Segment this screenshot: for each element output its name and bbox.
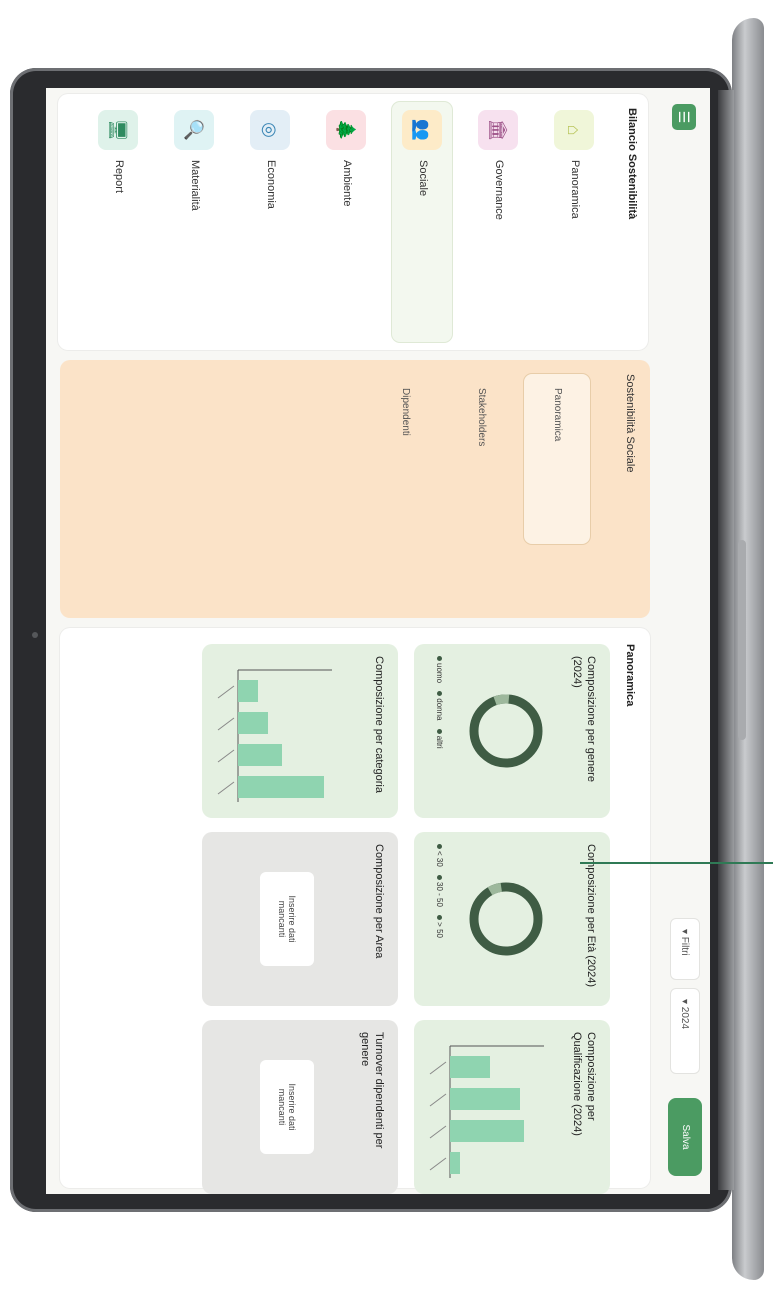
chart-card-area: Composizione per Area Inserire dati manc…: [202, 832, 398, 1006]
legend-dot: [437, 915, 442, 921]
main-content: Panoramica Composizione per genere (2024…: [60, 628, 650, 1194]
bar: [238, 680, 258, 702]
sidebar-item-label: Economia: [265, 160, 277, 209]
laptop-base-edge: [732, 18, 764, 1280]
x-tick: [429, 1125, 447, 1139]
sidebar-item-economia[interactable]: ◎ Economia: [240, 102, 300, 342]
sidebar-item-label: Ambiente: [341, 160, 353, 207]
missing-data-message: Inserire dati mancanti: [260, 1060, 314, 1154]
card-title: Turnover dipendenti per genere: [359, 1032, 385, 1149]
sidebar-item-panoramica[interactable]: ⌂ Panoramica: [544, 102, 604, 342]
x-tick: [217, 717, 235, 731]
card-title: Composizione per categoria: [373, 656, 385, 793]
bar: [450, 1088, 520, 1110]
chart-card-age: Composizione per Età (2024) < 30 30 - 50…: [414, 832, 610, 1006]
legend-item: 30 - 50: [435, 875, 444, 907]
filter-dropdown[interactable]: ▾ Filtri: [670, 918, 700, 980]
chart-card-qualification: Composizione per Qualificazione (2024): [414, 1020, 610, 1194]
legend-item: altri: [435, 728, 444, 749]
chart-card-category: Composizione per categoria: [202, 644, 398, 818]
monitor-icon: 🖥: [98, 110, 138, 150]
top-bar: ☰ ▾ Filtri ▾ 2024 Salva: [658, 88, 710, 1194]
chart-legend: < 30 30 - 50 > 50: [435, 844, 444, 944]
legend-item: < 30: [435, 844, 444, 867]
laptop-hinge: [718, 90, 734, 1190]
missing-data-message: Inserire dati mancanti: [260, 872, 314, 966]
legend-dot: [437, 875, 442, 881]
sidebar-item-label: Governance: [493, 160, 505, 220]
sidebar-item-materialita[interactable]: 🔍 Materialità: [164, 102, 224, 342]
card-title: Composizione per Area: [373, 844, 385, 959]
bank-icon: 🏛: [478, 110, 518, 150]
sidebar: Bilancio Sostenibilità ⌂ Panoramica 🏛 Go…: [58, 94, 648, 350]
x-tick: [429, 1093, 447, 1107]
laptop-screen: ☰ ▾ Filtri ▾ 2024 Salva Bilancio Sosteni…: [46, 88, 710, 1194]
sidebar-item-report[interactable]: 🖥 Report: [88, 102, 148, 342]
chart-card-turnover: Turnover dipendenti per genere Inserire …: [202, 1020, 398, 1194]
submenu-item-dipendenti[interactable]: Dipendenti: [372, 374, 438, 544]
sidebar-item-label: Report: [113, 160, 125, 194]
dashboard-app: ☰ ▾ Filtri ▾ 2024 Salva Bilancio Sosteni…: [46, 88, 710, 1194]
bar-chart-category: [217, 669, 332, 802]
laptop-notch: [738, 540, 746, 740]
menu-button[interactable]: ☰: [672, 104, 696, 130]
magnifier-icon: 🔍: [174, 110, 214, 150]
card-title: Composizione per genere (2024): [571, 656, 597, 782]
legend-item: uomo: [435, 656, 444, 683]
sidebar-item-label: Sociale: [417, 160, 429, 197]
webcam-icon: [32, 632, 38, 638]
sidebar-item-governance[interactable]: 🏛 Governance: [468, 102, 528, 342]
bar: [450, 1056, 490, 1078]
home-icon: ⌂: [554, 110, 594, 150]
bar: [238, 744, 282, 766]
x-tick: [217, 781, 235, 795]
submenu-item-panoramica[interactable]: Panoramica: [524, 374, 590, 544]
donut-ring: [469, 694, 543, 768]
sidebar-item-ambiente[interactable]: 🌲 Ambiente: [316, 102, 376, 342]
donut-chart-age: [469, 882, 543, 956]
people-icon: 👥: [402, 110, 442, 150]
legend-dot: [437, 691, 442, 697]
chart-legend: uomo donna altri: [435, 656, 444, 755]
legend-item: > 50: [435, 915, 444, 938]
card-title: Composizione per Età (2024): [585, 844, 597, 988]
target-icon: ◎: [250, 110, 290, 150]
x-tick: [217, 685, 235, 699]
x-tick: [429, 1061, 447, 1075]
bar: [238, 776, 324, 798]
sidebar-item-label: Panoramica: [569, 160, 581, 219]
bar: [450, 1152, 460, 1174]
submenu-title: Sostenibilità Sociale: [624, 374, 636, 473]
card-title: Composizione per Qualificazione (2024): [571, 1032, 597, 1136]
legend-dot: [437, 844, 442, 849]
donut-ring: [469, 882, 543, 956]
save-button[interactable]: Salva: [668, 1098, 702, 1176]
year-dropdown[interactable]: ▾ 2024: [670, 988, 700, 1074]
x-tick: [217, 749, 235, 763]
sidebar-item-label: Materialità: [189, 160, 201, 211]
bar-chart-qualification: [429, 1045, 544, 1178]
legend-item: donna: [435, 691, 444, 721]
chart-card-gender: Composizione per genere (2024) uomo donn…: [414, 644, 610, 818]
sidebar-item-sociale[interactable]: 👥 Sociale: [392, 102, 452, 342]
sidebar-title: Bilancio Sostenibilità: [626, 108, 638, 220]
page-title: Panoramica: [624, 644, 636, 707]
legend-dot: [437, 728, 442, 734]
x-tick: [429, 1157, 447, 1171]
callout-line: [580, 862, 773, 864]
section-submenu: Sostenibilità Sociale Panoramica Stakeho…: [60, 360, 650, 618]
tree-icon: 🌲: [326, 110, 366, 150]
donut-chart-gender: [469, 694, 543, 768]
submenu-item-stakeholders[interactable]: Stakeholders: [448, 374, 514, 544]
legend-dot: [437, 656, 442, 661]
bar: [238, 712, 268, 734]
bar: [450, 1120, 524, 1142]
